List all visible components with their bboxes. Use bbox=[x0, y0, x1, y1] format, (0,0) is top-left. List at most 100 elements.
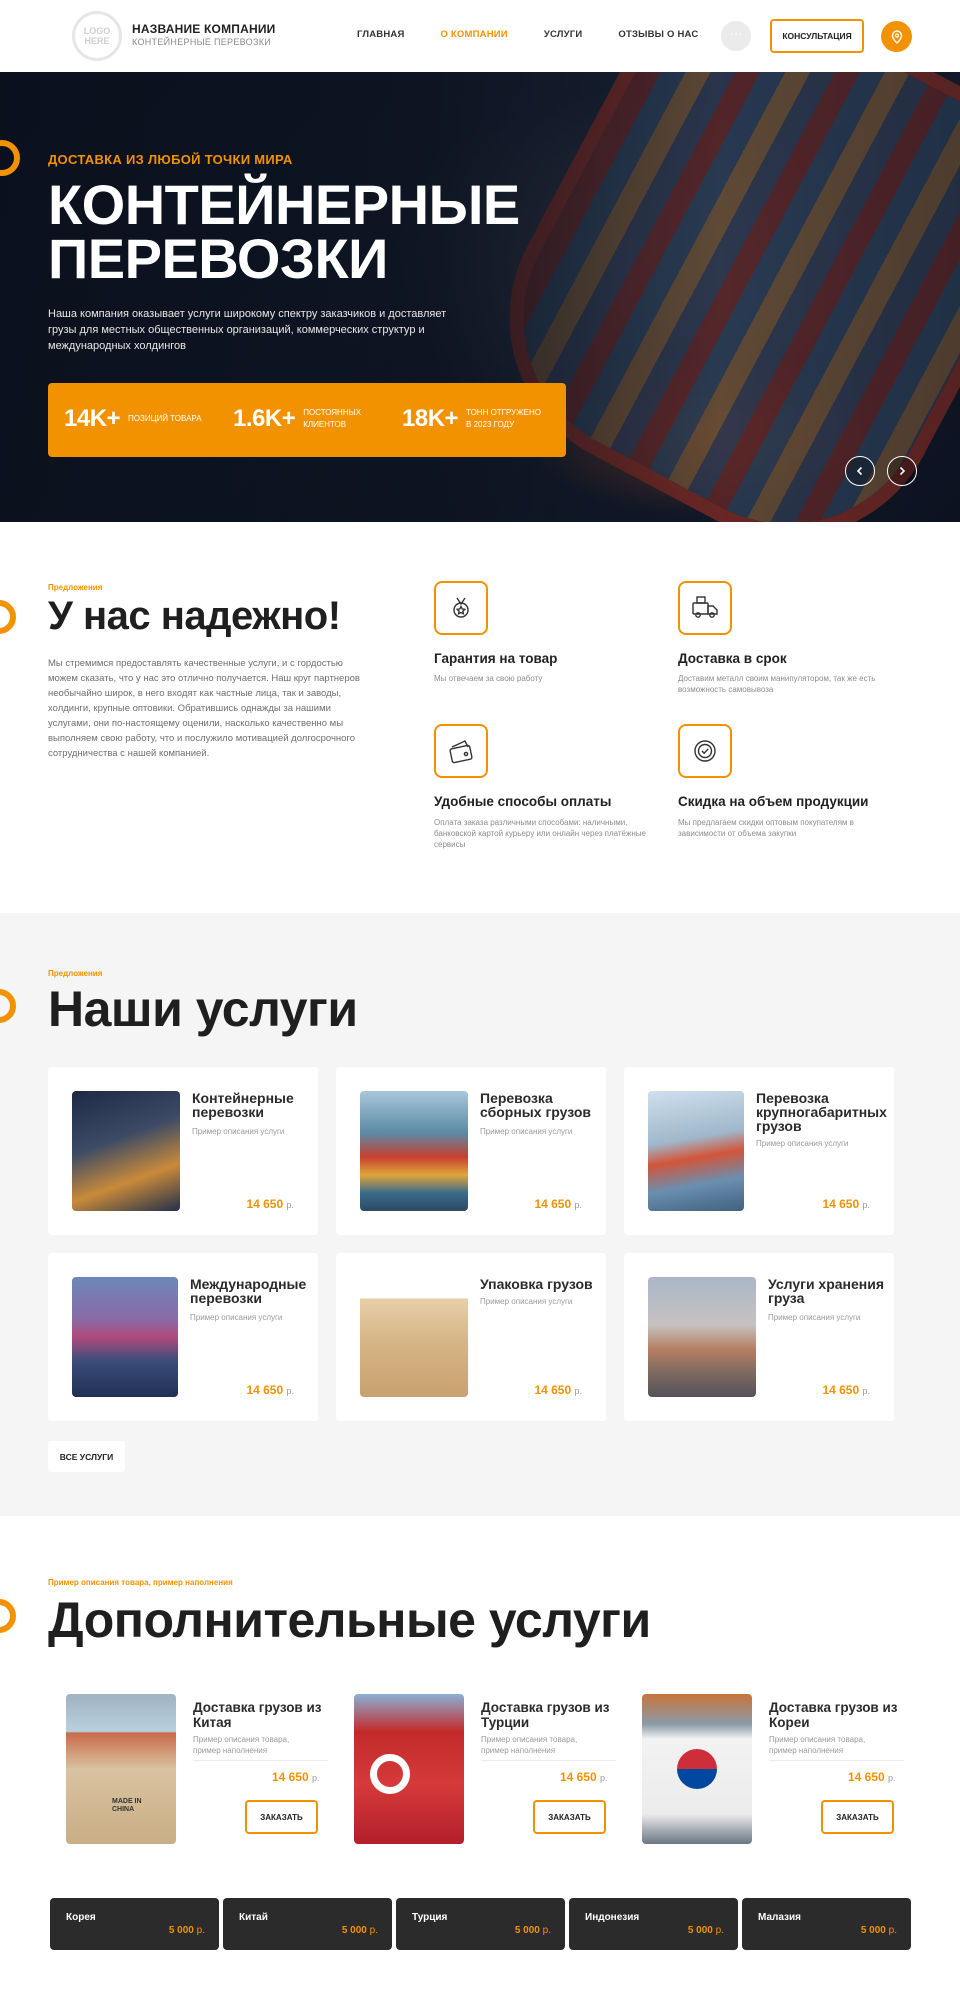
consultation-button[interactable]: КОНСУЛЬТАЦИЯ bbox=[770, 19, 864, 53]
service-card[interactable]: Перевозка крупногабаритных грузов Пример… bbox=[624, 1067, 894, 1235]
flag-crescent bbox=[370, 1754, 410, 1794]
more-button[interactable]: ··· bbox=[721, 21, 751, 51]
extra-service-name: Доставка грузов из Турции bbox=[481, 1700, 610, 1730]
stat-label: ПОСТОЯННЫХ КЛИЕНТОВ bbox=[303, 408, 362, 429]
feature-title: Гарантия на товар bbox=[434, 651, 558, 666]
service-price: 14 650 р. bbox=[246, 1383, 294, 1397]
section-title: У нас надежно! bbox=[48, 594, 341, 638]
nav-item-about[interactable]: О КОМПАНИИ bbox=[441, 29, 508, 40]
country-tile[interactable]: Турция 5 000 р. bbox=[396, 1898, 565, 1950]
service-card[interactable]: Контейнерные перевозки Пример описания у… bbox=[48, 1067, 318, 1235]
extra-service-name: Доставка грузов из Кореи bbox=[769, 1700, 898, 1730]
service-desc: Пример описания услуги bbox=[480, 1127, 573, 1136]
box-label: MADE IN CHINA bbox=[112, 1798, 142, 1813]
slider-next-button[interactable] bbox=[887, 456, 917, 486]
logo[interactable]: LOGO HERE bbox=[72, 11, 122, 61]
feature-title: Скидка на объем продукции bbox=[678, 794, 869, 809]
feature-desc: Мы отвечаем за свою работу bbox=[434, 674, 543, 683]
country-tile[interactable]: Корея 5 000 р. bbox=[50, 1898, 219, 1950]
service-desc: Пример описания услуги bbox=[192, 1127, 285, 1136]
service-image bbox=[360, 1277, 468, 1397]
stat-value: 18K+ bbox=[402, 405, 459, 432]
service-image bbox=[648, 1277, 756, 1397]
extra-service-desc: Пример описания товара, пример наполнени… bbox=[769, 1735, 866, 1755]
medal-icon bbox=[453, 597, 469, 618]
main-nav: ГЛАВНАЯ О КОМПАНИИ УСЛУГИ ОТЗЫВЫ О НАС bbox=[357, 29, 734, 40]
service-desc: Пример описания услуги bbox=[768, 1313, 861, 1322]
section-title: Наши услуги bbox=[48, 981, 358, 1037]
stat-value: 14K+ bbox=[64, 405, 121, 432]
decor-ring bbox=[0, 600, 16, 634]
service-card[interactable]: Услуги хранения груза Пример описания ус… bbox=[624, 1253, 894, 1421]
stat-label: ТОНН ОТГРУЖЕНО В 2023 ГОДУ bbox=[466, 408, 541, 429]
service-price: 14 650 р. bbox=[246, 1197, 294, 1211]
location-button[interactable] bbox=[881, 21, 912, 52]
order-button[interactable]: ЗАКАЗАТЬ bbox=[533, 1800, 606, 1834]
service-image bbox=[360, 1091, 468, 1211]
service-price: 14 650 р. bbox=[534, 1383, 582, 1397]
wallet-icon bbox=[449, 740, 473, 764]
feature-icon-box bbox=[678, 724, 732, 778]
country-name: Индонезия bbox=[585, 1912, 640, 1923]
feature-icon-box bbox=[434, 724, 488, 778]
country-tile[interactable]: Малазия 5 000 р. bbox=[742, 1898, 911, 1950]
logo-text-line2: HERE bbox=[84, 36, 110, 46]
feature-icon-box bbox=[678, 581, 732, 635]
extra-service-name: Доставка грузов из Китая bbox=[193, 1700, 322, 1730]
country-price: 5 000 р. bbox=[687, 1925, 724, 1936]
stat-label: ПОЗИЦИЙ ТОВАРА bbox=[128, 414, 202, 423]
feature-title: Доставка в срок bbox=[678, 651, 787, 666]
stat-clients: 1.6K+ ПОСТОЯННЫХ КЛИЕНТОВ bbox=[233, 405, 385, 433]
service-card[interactable]: Упаковка грузов Пример описания услуги 1… bbox=[336, 1253, 606, 1421]
slider-prev-button[interactable] bbox=[845, 456, 875, 486]
service-image bbox=[648, 1091, 744, 1211]
nav-item-home[interactable]: ГЛАВНАЯ bbox=[357, 29, 405, 40]
service-desc: Пример описания услуги bbox=[190, 1313, 283, 1322]
company-tagline: КОНТЕЙНЕРНЫЕ ПЕРЕВОЗКИ bbox=[132, 37, 272, 47]
extra-service-price: 14 650 р. bbox=[848, 1770, 896, 1784]
service-price: 14 650 р. bbox=[822, 1197, 870, 1211]
order-button[interactable]: ЗАКАЗАТЬ bbox=[245, 1800, 318, 1834]
service-desc: Пример описания услуги bbox=[756, 1139, 849, 1148]
all-services-button[interactable]: ВСЕ УСЛУГИ bbox=[48, 1441, 125, 1472]
company-name: НАЗВАНИЕ КОМПАНИИ bbox=[132, 22, 276, 36]
country-price: 5 000 р. bbox=[168, 1925, 205, 1936]
country-price: 5 000 р. bbox=[514, 1925, 551, 1936]
feature-icon-box bbox=[434, 581, 488, 635]
stat-products: 14K+ ПОЗИЦИЙ ТОВАРА bbox=[64, 405, 210, 433]
extra-service-price: 14 650 р. bbox=[560, 1770, 608, 1784]
extra-service-desc: Пример описания товара, пример наполнени… bbox=[193, 1735, 290, 1755]
nav-item-reviews[interactable]: ОТЗЫВЫ О НАС bbox=[618, 29, 698, 40]
extra-service-image: MADE IN CHINA bbox=[66, 1694, 176, 1844]
order-button[interactable]: ЗАКАЗАТЬ bbox=[821, 1800, 894, 1834]
service-image bbox=[72, 1091, 180, 1211]
section-title: Дополнительные услуги bbox=[48, 1592, 651, 1648]
hero-title: КОНТЕЙНЕРНЫЕ ПЕРЕВОЗКИ bbox=[48, 173, 520, 290]
service-image bbox=[72, 1277, 178, 1397]
country-tile[interactable]: Китай 5 000 р. bbox=[223, 1898, 392, 1950]
service-card[interactable]: Международные перевозки Пример описания … bbox=[48, 1253, 318, 1421]
service-card[interactable]: Перевозка сборных грузов Пример описания… bbox=[336, 1067, 606, 1235]
service-name: Упаковка грузов bbox=[480, 1276, 593, 1292]
service-name: Перевозка крупногабаритных грузов bbox=[756, 1090, 887, 1134]
feature-title: Удобные способы оплаты bbox=[434, 794, 612, 809]
stat-tons: 18K+ ТОНН ОТГРУЖЕНО В 2023 ГОДУ bbox=[402, 405, 548, 433]
decor-ring bbox=[0, 1599, 16, 1633]
country-tile[interactable]: Индонезия 5 000 р. bbox=[569, 1898, 738, 1950]
service-price: 14 650 р. bbox=[822, 1383, 870, 1397]
service-name: Международные перевозки bbox=[190, 1276, 307, 1306]
flag-taeguk bbox=[677, 1749, 717, 1789]
about-text: Мы стремимся предоставлять качественные … bbox=[48, 658, 360, 759]
chevron-left-icon bbox=[856, 466, 863, 476]
extra-service-image bbox=[642, 1694, 752, 1844]
extra-service-price: 14 650 р. bbox=[272, 1770, 320, 1784]
chevron-right-icon bbox=[899, 466, 906, 476]
service-name: Услуги хранения груза bbox=[768, 1276, 885, 1306]
service-price: 14 650 р. bbox=[534, 1197, 582, 1211]
nav-item-services[interactable]: УСЛУГИ bbox=[544, 29, 583, 40]
site-header: LOGO HERE НАЗВАНИЕ КОМПАНИИ КОНТЕЙНЕРНЫЕ… bbox=[0, 0, 960, 72]
extra-service-image bbox=[354, 1694, 464, 1844]
stat-value: 1.6K+ bbox=[233, 405, 296, 432]
section-kicker: Предложения bbox=[48, 583, 103, 592]
hero-stats-panel: 14K+ ПОЗИЦИЙ ТОВАРА 1.6K+ ПОСТОЯННЫХ КЛИ… bbox=[48, 383, 566, 457]
